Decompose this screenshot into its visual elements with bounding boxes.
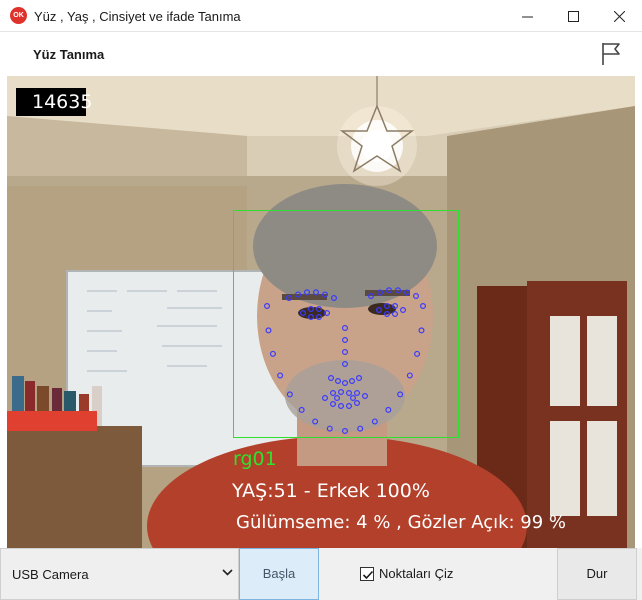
landmark-point (331, 295, 338, 302)
landmark-point (342, 337, 349, 344)
chevron-down-icon (222, 569, 233, 576)
window-title: Yüz , Yaş , Cinsiyet ve ifade Tanıma (34, 9, 241, 24)
landmark-point (316, 306, 323, 313)
landmark-point (350, 395, 357, 402)
landmark-point (313, 289, 320, 296)
landmark-point (295, 291, 302, 298)
landmark-point (362, 393, 369, 400)
landmark-point (308, 306, 315, 313)
landmark-point (342, 380, 349, 387)
landmark-point (346, 390, 353, 397)
close-icon (613, 10, 625, 22)
landmark-point (338, 403, 345, 410)
close-button[interactable] (596, 0, 642, 32)
landmark-point (264, 303, 271, 310)
landmark-point (386, 287, 393, 294)
landmark-point (356, 375, 363, 382)
landmark-point (298, 406, 305, 413)
landmark-point (322, 395, 329, 402)
landmark-point (342, 428, 349, 435)
landmark-point (357, 425, 364, 432)
landmark-point (395, 287, 402, 294)
minimize-button[interactable] (504, 0, 550, 32)
face-expression-label: Gülümseme: 4 % , Gözler Açık: 99 % (236, 512, 567, 533)
title-bar: OK Yüz , Yaş , Cinsiyet ve ifade Tanıma (0, 0, 642, 32)
face-name-label: rg01 (233, 448, 277, 470)
landmark-point (377, 289, 384, 296)
checkbox-box[interactable] (360, 566, 374, 581)
page-title: Yüz Tanıma (33, 47, 105, 62)
camera-select-value: USB Camera (12, 567, 89, 582)
face-landmarks (264, 287, 427, 435)
flag-icon[interactable] (600, 41, 624, 67)
landmark-point (335, 378, 342, 385)
landmark-point (385, 406, 392, 413)
landmark-point (300, 310, 307, 317)
landmark-point (354, 400, 361, 407)
landmark-point (414, 350, 421, 357)
landmark-point (312, 418, 319, 425)
landmark-point (286, 391, 293, 398)
landmark-point (308, 314, 315, 321)
landmark-point (371, 418, 378, 425)
landmark-point (265, 327, 272, 334)
landmark-point (404, 289, 411, 296)
landmark-point (420, 303, 427, 310)
landmark-point (338, 389, 345, 396)
landmark-point (384, 303, 391, 310)
camera-select[interactable]: USB Camera (0, 548, 239, 600)
landmark-point (342, 361, 349, 368)
draw-points-checkbox[interactable]: Noktaları Çiz (360, 566, 453, 581)
camera-view: 14635 rg01 YAŞ:51 - Erkek 100% Gülümseme… (7, 76, 635, 548)
landmark-point (400, 307, 407, 314)
page-header: Yüz Tanıma (0, 32, 642, 76)
landmark-point (269, 350, 276, 357)
landmark-point (384, 311, 391, 318)
start-button[interactable]: Başla (239, 548, 319, 600)
app-icon: OK (10, 7, 27, 24)
landmark-point (277, 372, 284, 379)
landmark-point (286, 295, 293, 302)
landmark-point (304, 289, 311, 296)
landmark-point (349, 378, 356, 385)
landmark-point (328, 375, 335, 382)
landmark-point (334, 395, 341, 402)
landmark-point (392, 311, 399, 318)
landmark-point (376, 307, 383, 314)
stop-button[interactable]: Dur (557, 548, 637, 600)
maximize-button[interactable] (550, 0, 596, 32)
landmark-point (342, 325, 349, 332)
draw-points-label: Noktaları Çiz (379, 566, 454, 581)
checkmark-icon (362, 570, 374, 579)
maximize-icon (567, 10, 579, 22)
landmark-point (354, 390, 361, 397)
landmark-point (418, 327, 425, 334)
landmark-point (413, 293, 420, 300)
landmark-point (316, 314, 323, 321)
landmark-point (326, 425, 333, 432)
landmark-point (324, 310, 331, 317)
face-age-gender-label: YAŞ:51 - Erkek 100% (232, 480, 430, 502)
landmark-point (397, 391, 404, 398)
landmark-point (368, 293, 375, 300)
landmark-point (322, 291, 329, 298)
landmark-point (346, 403, 353, 410)
landmark-point (330, 401, 337, 408)
bottom-toolbar: USB Camera Başla Noktaları Çiz Dur (0, 548, 642, 600)
landmark-point (342, 349, 349, 356)
landmark-point (406, 372, 413, 379)
landmark-point (330, 390, 337, 397)
landmark-point (392, 303, 399, 310)
minimize-icon (521, 16, 533, 17)
